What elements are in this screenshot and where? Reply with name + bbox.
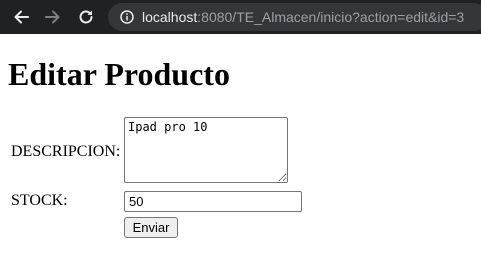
browser-toolbar: localhost:8080/TE_Almacen/inicio?action=… — [0, 0, 481, 34]
page-title: Editar Producto — [8, 56, 230, 92]
forward-button[interactable] — [41, 5, 65, 29]
url-path: :8080/TE_Almacen/inicio?action=edit&id=3 — [197, 9, 465, 25]
url-text[interactable]: localhost:8080/TE_Almacen/inicio?action=… — [142, 3, 464, 31]
reload-button[interactable] — [74, 5, 98, 29]
info-icon[interactable] — [120, 10, 134, 24]
reload-icon — [79, 10, 93, 24]
submit-button[interactable]: Enviar — [124, 217, 178, 238]
arrow-right-icon — [45, 10, 60, 24]
stock-label: STOCK: — [11, 192, 68, 209]
address-bar[interactable]: localhost:8080/TE_Almacen/inicio?action=… — [108, 3, 481, 31]
back-button[interactable] — [9, 5, 33, 29]
descripcion-textarea[interactable]: Ipad pro 10 — [124, 117, 288, 183]
stock-input[interactable] — [124, 191, 302, 212]
arrow-left-icon — [14, 10, 29, 24]
page-content: Editar Producto DESCRIPCION: Ipad pro 10… — [0, 34, 481, 256]
url-host: localhost — [142, 9, 198, 25]
descripcion-label: DESCRIPCION: — [11, 143, 121, 160]
